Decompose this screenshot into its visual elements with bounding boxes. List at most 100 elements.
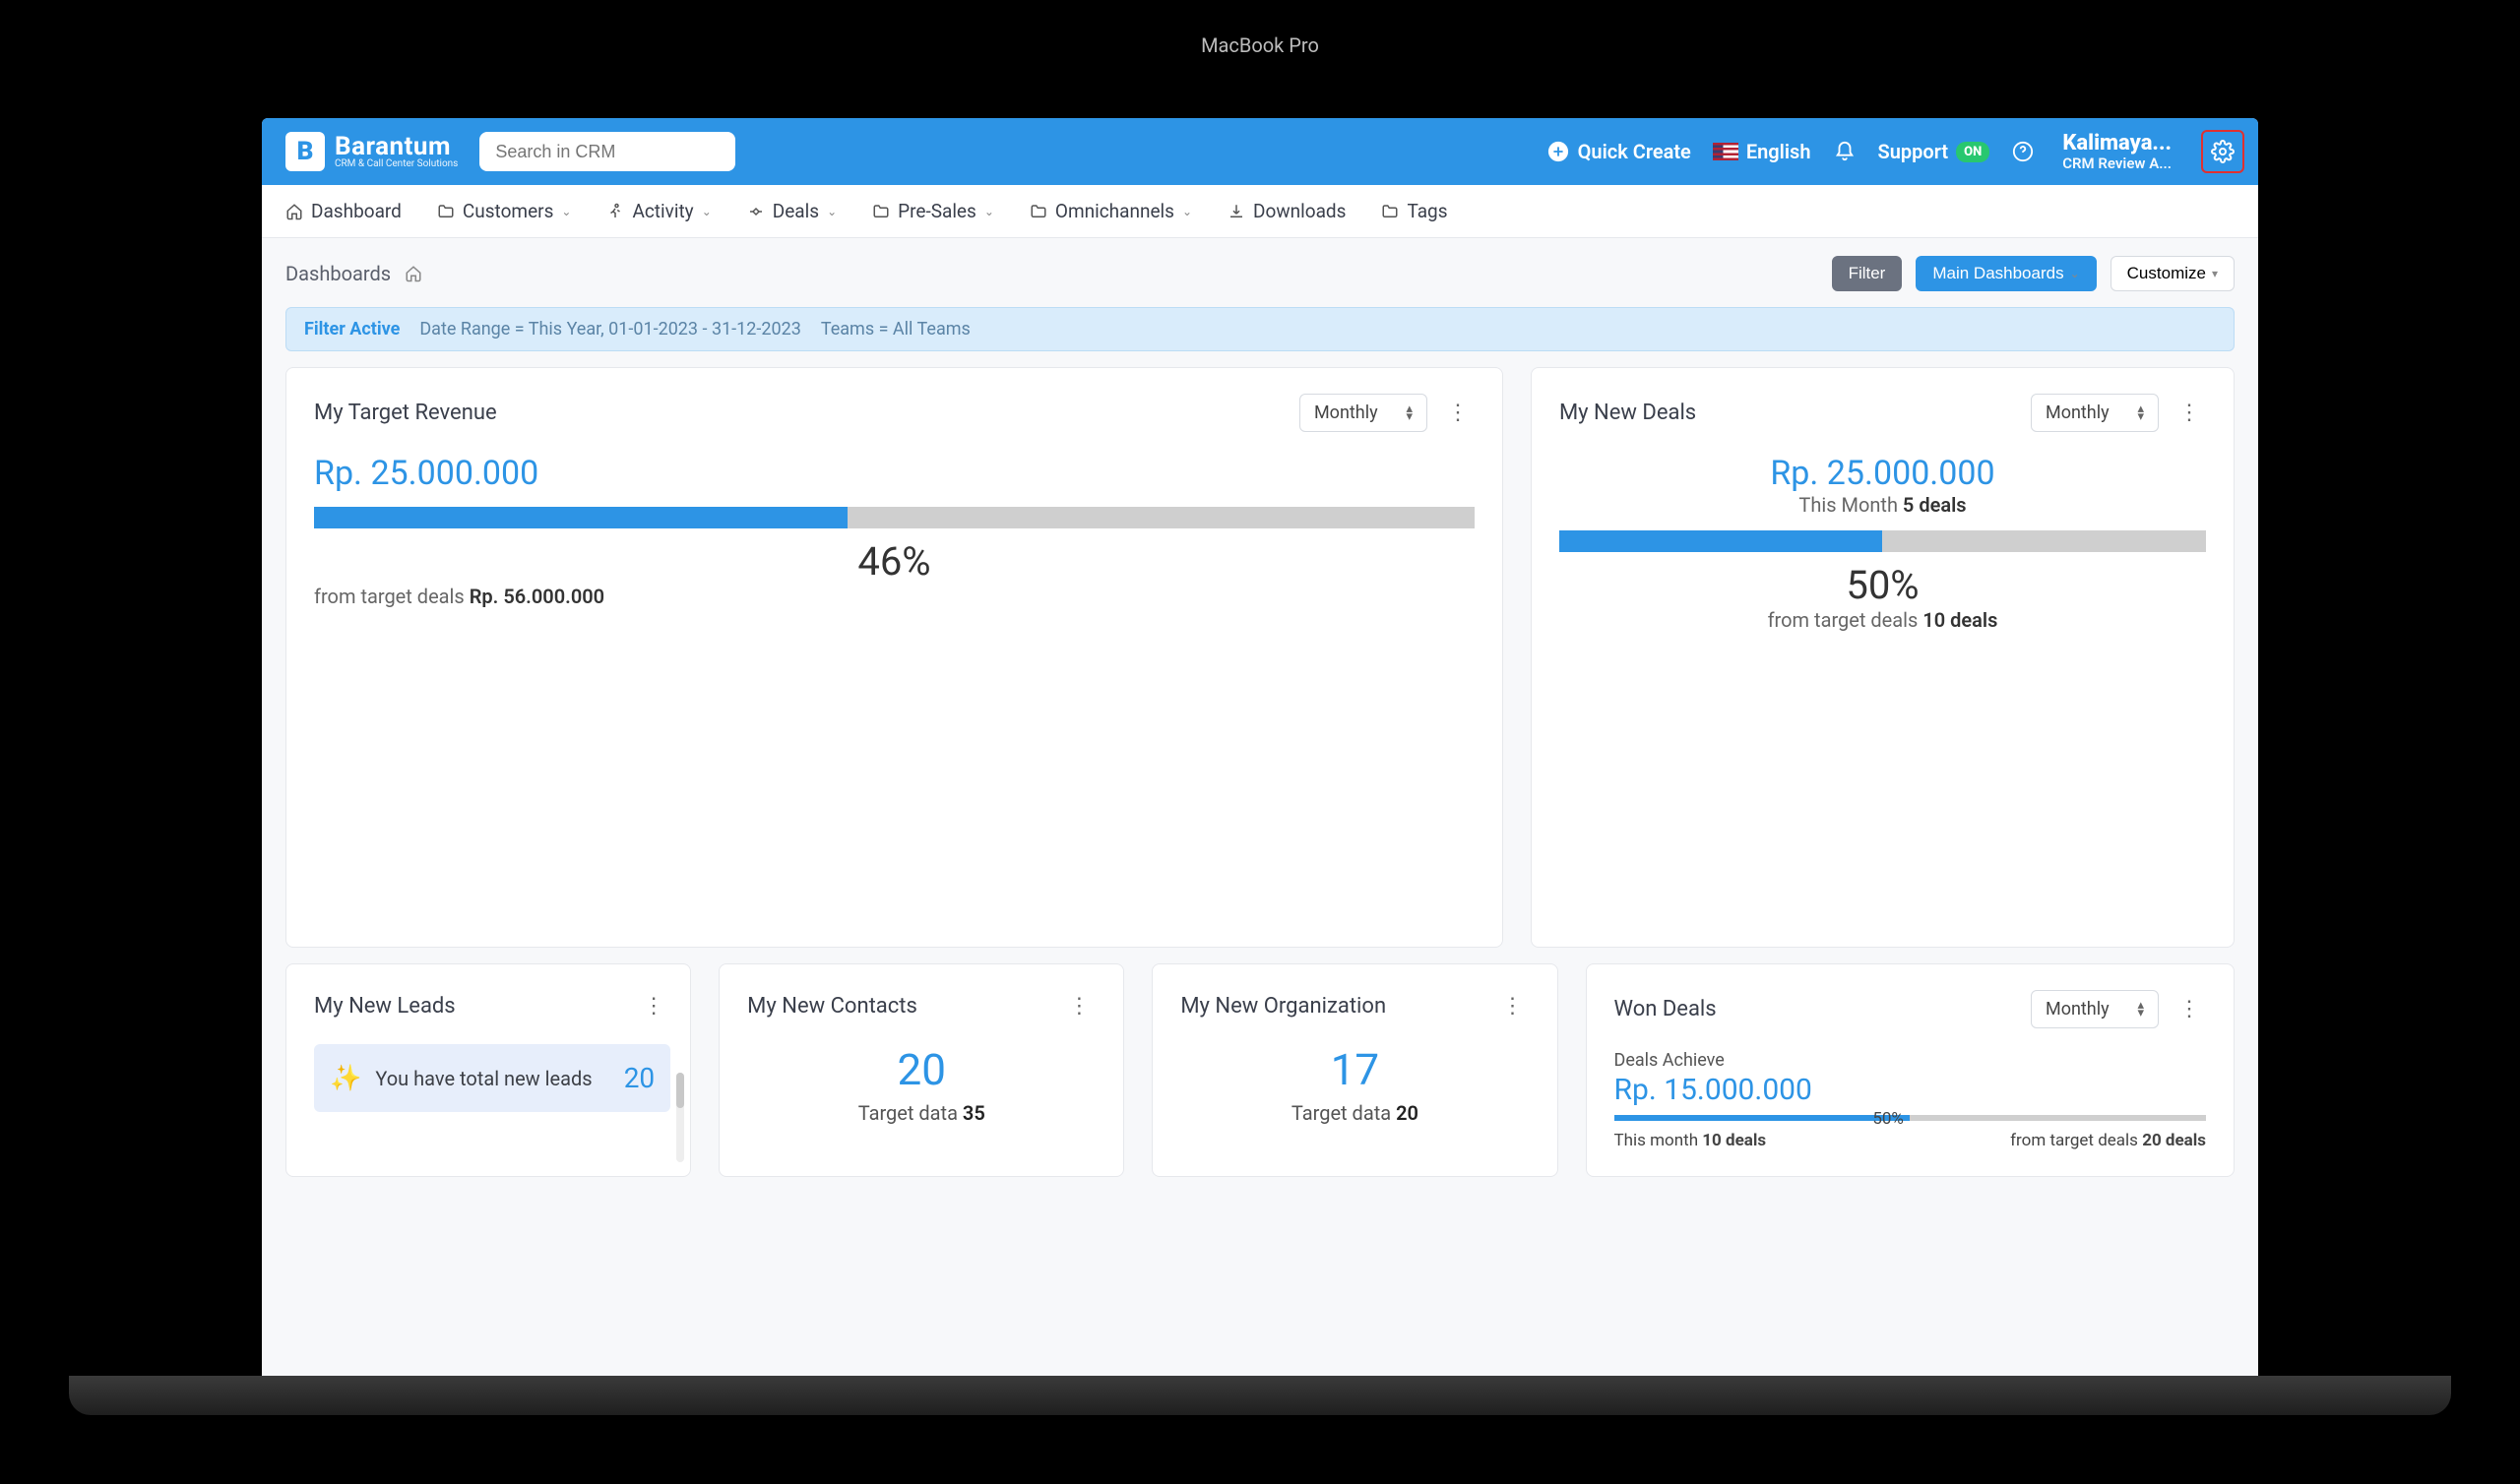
device-frame: B Barantum CRM & Call Center Solutions Q…: [0, 0, 2520, 1484]
nav-omnichannels[interactable]: Omnichannels ⌄: [1030, 200, 1192, 222]
language-switch[interactable]: English: [1713, 140, 1811, 163]
period-select[interactable]: Monthly▴▾: [2031, 990, 2159, 1028]
card-title: My New Contacts: [747, 994, 1048, 1019]
folder-icon: [1381, 203, 1399, 220]
card-menu-button[interactable]: ⋮: [637, 990, 670, 1022]
flag-uk-icon: [1713, 143, 1738, 160]
card-title: My New Deals: [1559, 401, 2017, 425]
sort-icon: ▴▾: [2137, 1002, 2144, 1018]
period-select[interactable]: Monthly▴▾: [1299, 394, 1427, 432]
nav-presales[interactable]: Pre-Sales ⌄: [872, 200, 994, 222]
contacts-target: Target data 35: [747, 1101, 1096, 1125]
won-percent: 50%: [1790, 1109, 1986, 1129]
scrollbar-thumb[interactable]: [676, 1073, 684, 1108]
card-menu-button[interactable]: ⋮: [1441, 397, 1475, 429]
support-link[interactable]: Support ON: [1878, 140, 1990, 163]
settings-button[interactable]: [2201, 130, 2244, 173]
download-icon: [1228, 203, 1245, 220]
logo[interactable]: B Barantum CRM & Call Center Solutions: [285, 132, 458, 171]
revenue-from: from target deals Rp. 56.000.000: [314, 585, 1475, 608]
search-input[interactable]: [495, 142, 720, 162]
home-icon: [285, 203, 303, 220]
won-from: from target deals 20 deals: [2010, 1131, 2206, 1150]
cards-row-1: My Target Revenue Monthly▴▾ ⋮ Rp. 25.000…: [285, 367, 2235, 948]
card-title: My New Organization: [1180, 994, 1481, 1019]
card-menu-button[interactable]: ⋮: [2173, 993, 2206, 1025]
nav-dashboard[interactable]: Dashboard: [285, 200, 402, 222]
bell-icon: [1833, 140, 1857, 163]
won-achieve-label: Deals Achieve: [1614, 1050, 2206, 1071]
card-menu-button[interactable]: ⋮: [2173, 397, 2206, 429]
revenue-percent: 46%: [314, 538, 1475, 585]
notifications-button[interactable]: [1833, 140, 1857, 163]
nav-label: Deals: [773, 200, 819, 222]
handshake-icon: [747, 203, 765, 220]
card-title: My New Leads: [314, 994, 623, 1019]
brand-name: Barantum: [335, 134, 458, 159]
scrollbar[interactable]: [676, 1073, 684, 1162]
user-name: Kalimaya...: [2062, 132, 2172, 155]
contacts-value: 20: [747, 1044, 1096, 1095]
filter-active-label: Filter Active: [304, 319, 400, 340]
nav-customers[interactable]: Customers ⌄: [437, 200, 572, 222]
logo-icon: B: [285, 132, 325, 171]
card-new-organization: My New Organization ⋮ 17 Target data 20: [1152, 963, 1557, 1177]
folder-icon: [1030, 203, 1047, 220]
device-label: MacBook Pro: [207, 33, 2313, 57]
card-title: My Target Revenue: [314, 401, 1286, 425]
card-title: Won Deals: [1614, 997, 2017, 1021]
sort-icon: ▴▾: [1406, 405, 1413, 421]
leads-count: 20: [624, 1062, 655, 1094]
help-icon: [2011, 140, 2035, 163]
nav-tags[interactable]: Tags: [1381, 200, 1447, 222]
new-deals-from: from target deals 10 deals: [1559, 608, 2206, 632]
sort-icon: ▴▾: [2137, 405, 2144, 421]
filter-date-range[interactable]: Date Range = This Year, 01-01-2023 - 31-…: [419, 319, 800, 340]
chevron-down-icon: ⌄: [984, 205, 994, 218]
chevron-down-icon: ▾: [2212, 267, 2218, 280]
folder-icon: [437, 203, 455, 220]
user-role: CRM Review A...: [2062, 155, 2172, 172]
filter-active-bar: Filter Active Date Range = This Year, 01…: [285, 307, 2235, 351]
help-button[interactable]: [2011, 140, 2035, 163]
customize-button[interactable]: Customize▾: [2110, 256, 2235, 291]
language-label: English: [1746, 140, 1811, 163]
nav-label: Omnichannels: [1055, 200, 1174, 222]
support-badge: ON: [1956, 142, 1989, 162]
new-deals-month: This Month 5 deals: [1559, 493, 2206, 517]
new-deals-percent: 50%: [1559, 562, 2206, 608]
chevron-down-icon: ⌄: [1182, 205, 1192, 218]
new-deals-progress-bar: [1559, 530, 2206, 552]
filter-teams[interactable]: Teams = All Teams: [821, 319, 971, 340]
laptop-base: [69, 1376, 2451, 1415]
card-new-contacts: My New Contacts ⋮ 20 Target data 35: [719, 963, 1124, 1177]
breadcrumb-row: Dashboards Filter Main Dashboards⌄ Custo…: [285, 256, 2235, 291]
card-menu-button[interactable]: ⋮: [1062, 990, 1096, 1022]
nav-label: Dashboard: [311, 200, 402, 222]
chevron-down-icon: ⌄: [2070, 267, 2080, 280]
org-target: Target data 20: [1180, 1101, 1529, 1125]
period-select[interactable]: Monthly▴▾: [2031, 394, 2159, 432]
nav-deals[interactable]: Deals ⌄: [747, 200, 837, 222]
won-this-month: This month 10 deals: [1614, 1131, 1767, 1150]
logo-text: Barantum CRM & Call Center Solutions: [335, 134, 458, 169]
search-box[interactable]: [479, 132, 735, 171]
filter-button[interactable]: Filter: [1832, 256, 1903, 291]
nav-downloads[interactable]: Downloads: [1228, 200, 1346, 222]
nav-label: Customers: [463, 200, 554, 222]
card-menu-button[interactable]: ⋮: [1496, 990, 1530, 1022]
home-icon[interactable]: [405, 265, 422, 282]
chevron-down-icon: ⌄: [561, 205, 571, 218]
run-icon: [606, 203, 624, 220]
folder-icon: [872, 203, 890, 220]
quick-create-button[interactable]: Quick Create: [1546, 140, 1691, 163]
sparkles-icon: ✨: [330, 1064, 361, 1093]
card-won-deals: Won Deals Monthly▴▾ ⋮ Deals Achieve Rp. …: [1586, 963, 2235, 1177]
screen-bezel: B Barantum CRM & Call Center Solutions Q…: [207, 69, 2313, 1378]
main-dashboards-button[interactable]: Main Dashboards⌄: [1916, 256, 2096, 291]
user-menu[interactable]: Kalimaya... CRM Review A...: [2062, 132, 2172, 172]
nav-label: Pre-Sales: [898, 200, 976, 222]
brand-tagline: CRM & Call Center Solutions: [335, 159, 458, 169]
nav-activity[interactable]: Activity ⌄: [606, 200, 711, 222]
content: Dashboards Filter Main Dashboards⌄ Custo…: [262, 238, 2258, 1378]
